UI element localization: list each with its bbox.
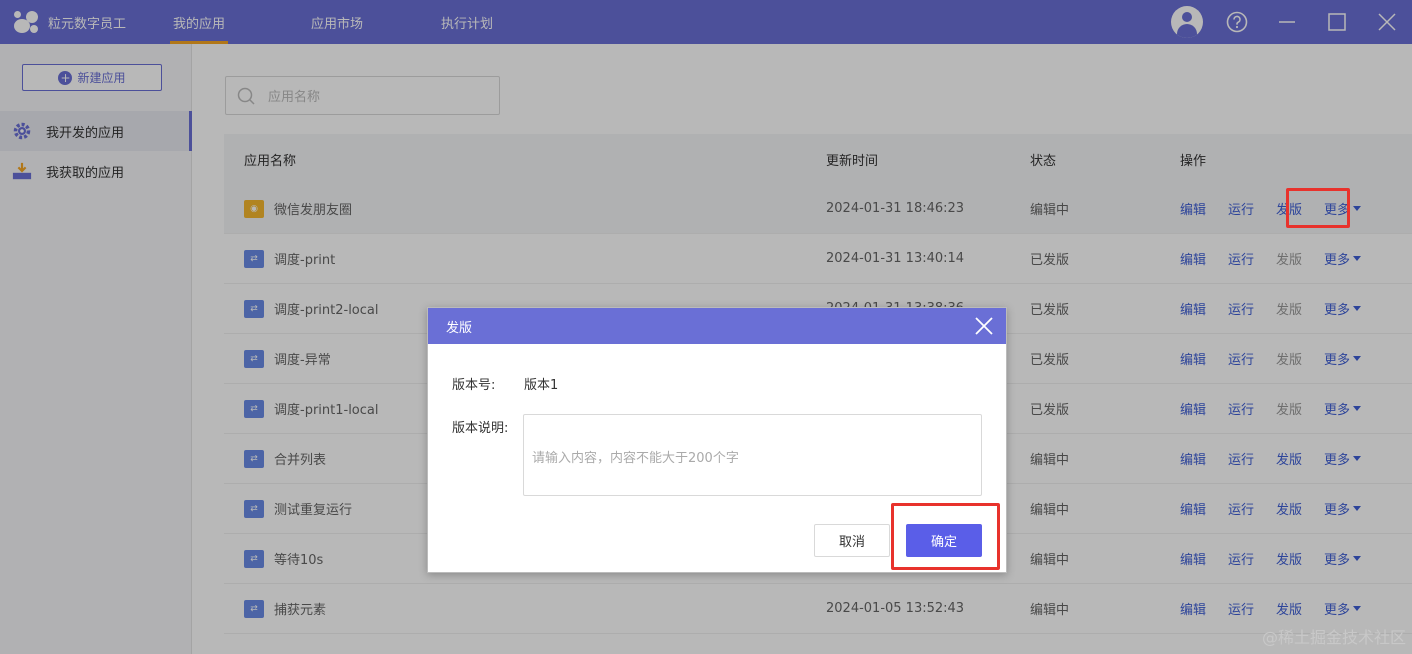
cancel-button[interactable]: 取消 xyxy=(814,524,890,557)
version-description-input[interactable]: 请输入内容，内容不能大于200个字 xyxy=(523,414,982,496)
desc-label: 版本说明: xyxy=(452,421,509,436)
watermark: @稀土掘金技术社区 xyxy=(1261,628,1406,647)
highlight-box-publish xyxy=(1286,188,1350,228)
desc-placeholder: 请输入内容，内容不能大于200个字 xyxy=(532,451,739,466)
highlight-box-confirm xyxy=(891,503,1000,570)
version-label: 版本号: xyxy=(452,378,496,393)
dialog-title: 发版 xyxy=(446,320,473,336)
dialog-header: 发版 xyxy=(428,308,1006,344)
version-value: 版本1 xyxy=(524,378,559,393)
close-icon[interactable] xyxy=(972,314,996,338)
